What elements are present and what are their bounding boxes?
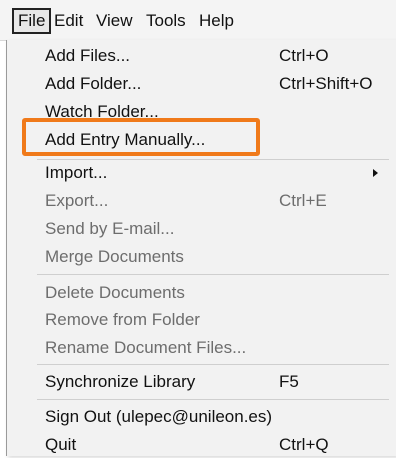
menu-item-label: Remove from Folder — [45, 310, 200, 329]
menu-item-label: Sign Out (ulepec@unileon.es) — [45, 407, 273, 426]
menu-item-label: Add Files... — [45, 46, 131, 65]
menu-separator — [37, 399, 389, 400]
menu-item-label: Export... — [45, 191, 109, 210]
menu-file[interactable]: File — [12, 8, 52, 34]
menu-item-label: Import... — [45, 163, 108, 182]
menu-separator — [37, 364, 389, 365]
menu-item-add-folder[interactable]: Add Folder... Ctrl+Shift+O — [7, 71, 391, 97]
menu-item-label: Quit — [45, 435, 77, 454]
menu-item-label: Synchronize Library — [45, 372, 196, 391]
menu-item-quit[interactable]: Quit Ctrl+Q — [7, 432, 391, 458]
menu-item-send-by-email[interactable]: Send by E-mail... — [7, 216, 391, 242]
menu-item-label: Merge Documents — [45, 247, 184, 266]
menu-item-label: Send by E-mail... — [45, 219, 175, 238]
shortcut-label: Ctrl+Shift+O — [279, 74, 373, 93]
menu-tools[interactable]: Tools — [142, 8, 190, 34]
menu-item-remove-from-folder[interactable]: Remove from Folder — [7, 307, 391, 333]
menu-item-import[interactable]: Import... — [7, 160, 391, 186]
menu-edit[interactable]: Edit — [50, 8, 87, 34]
menu-separator — [37, 274, 389, 275]
menu-item-add-files[interactable]: Add Files... Ctrl+O — [7, 43, 391, 69]
menu-item-delete-documents[interactable]: Delete Documents — [7, 280, 391, 306]
menu-help[interactable]: Help — [195, 8, 238, 34]
menu-item-rename-document-files[interactable]: Rename Document Files... — [7, 335, 391, 361]
menu-item-label: Delete Documents — [45, 283, 185, 302]
highlight-box — [22, 118, 260, 156]
shortcut-label: Ctrl+E — [279, 191, 327, 210]
menu-item-label: Add Folder... — [45, 74, 142, 93]
menu-item-export[interactable]: Export... Ctrl+E — [7, 188, 391, 214]
menu-item-merge-documents[interactable]: Merge Documents — [7, 244, 391, 270]
menu-item-sign-out[interactable]: Sign Out (ulepec@unileon.es) — [7, 404, 391, 430]
menu-item-synchronize-library[interactable]: Synchronize Library F5 — [7, 369, 391, 395]
menu-bar: File Edit View Tools Help — [0, 0, 396, 41]
menu-item-label: Rename Document Files... — [45, 338, 247, 357]
submenu-arrow-icon — [373, 169, 378, 177]
menu-view[interactable]: View — [92, 8, 137, 34]
shortcut-label: F5 — [279, 372, 299, 391]
file-menu-dropdown: Add Files... Ctrl+O Add Folder... Ctrl+S… — [6, 40, 396, 456]
shortcut-label: Ctrl+Q — [279, 435, 329, 454]
shortcut-label: Ctrl+O — [279, 46, 329, 65]
